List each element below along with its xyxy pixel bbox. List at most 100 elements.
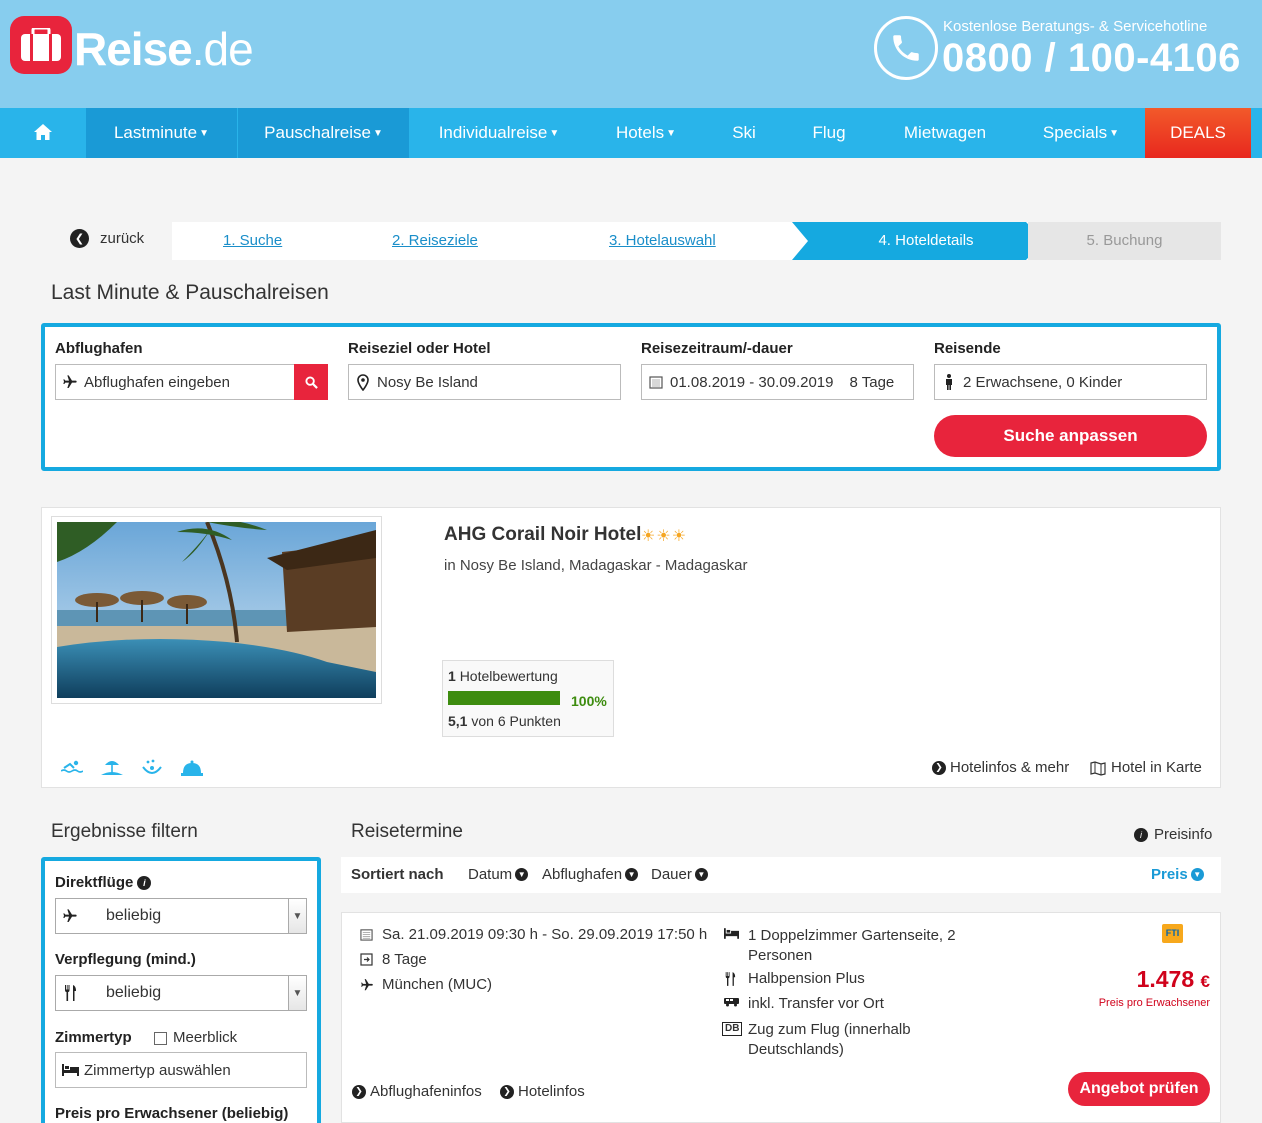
seaview-label[interactable]: Meerblick — [173, 1029, 237, 1046]
back-link[interactable]: ❮ zurück — [70, 229, 144, 248]
room-type-input[interactable]: Zimmertyp auswählen — [55, 1052, 307, 1088]
offer-room-line1: 1 Doppelzimmer Gartenseite, 2 — [748, 927, 956, 944]
plane-icon — [56, 908, 84, 924]
hotel-stars: ☀☀☀ — [641, 528, 688, 545]
price-info-link[interactable]: i Preisinfo — [1134, 826, 1212, 843]
offer-board: Halbpension Plus — [724, 970, 865, 987]
rating-score-line: 5,1 von 6 Punkten — [448, 713, 561, 729]
offer-duration-text: 8 Tage — [382, 951, 427, 968]
rating-bar — [448, 691, 560, 705]
airport-info-link[interactable]: ❯ Abflughafeninfos — [352, 1083, 482, 1100]
travelers-label: Reisende — [934, 340, 1001, 357]
price-filter-label: Preis pro Erwachsener (beliebig) — [55, 1105, 289, 1122]
caret-down-icon: ▼ — [666, 127, 677, 139]
step-hotelauswahl[interactable]: 3. Hotelauswahl — [609, 222, 716, 260]
offer-train: DB Zug zum Flug (innerhalb Deutschlands) — [722, 1020, 911, 1060]
offer-airport-text: München (MUC) — [382, 976, 493, 993]
sort-price[interactable]: Preis ▼ — [1151, 866, 1204, 883]
hotel-info-link[interactable]: ❯ Hotelinfos & mehr — [932, 759, 1069, 776]
direct-flights-select[interactable]: beliebig ▼ — [55, 898, 307, 934]
caret-down-icon: ▼ — [1109, 127, 1120, 139]
search-title: Last Minute & Pauschalreisen — [51, 281, 329, 304]
offer-train-line2: Deutschlands) — [748, 1041, 844, 1058]
nav-home[interactable] — [0, 108, 86, 158]
logo-suitcase-icon[interactable] — [10, 16, 72, 74]
nav-individualreise[interactable]: Individualreise ▼ — [409, 108, 589, 158]
chevron-down-icon: ▼ — [515, 868, 529, 881]
sort-duration-label: Dauer — [651, 866, 692, 883]
hotline-number[interactable]: 0800 / 100-4106 — [942, 36, 1241, 81]
filter-title: Ergebnisse filtern — [51, 821, 198, 842]
board-value: beliebig — [106, 984, 162, 1001]
nav-pauschalreise[interactable]: Pauschalreise ▼ — [238, 108, 409, 158]
phone-icon — [874, 16, 938, 80]
nav-label: Mietwagen — [903, 123, 987, 142]
sort-duration[interactable]: Dauer ▼ — [651, 866, 708, 883]
db-badge: DB — [722, 1022, 743, 1036]
cutlery-icon — [724, 972, 748, 986]
departure-input[interactable]: Abflughafen eingeben — [55, 364, 328, 400]
offer-room-line2: Personen — [748, 947, 813, 964]
nav-deals[interactable]: DEALS — [1145, 108, 1251, 158]
travelers-value: 2 Erwachsene, 0 Kinder — [963, 373, 1123, 391]
rating-count: 1 — [448, 668, 456, 684]
wellness-icon — [142, 759, 162, 782]
offer-board-text: Halbpension Plus — [748, 970, 865, 987]
person-icon — [935, 374, 963, 390]
nav-label: Ski — [732, 123, 756, 142]
offer-room: 1 Doppelzimmer Gartenseite, 2 Personen — [724, 926, 956, 966]
nav-flug[interactable]: Flug — [785, 108, 873, 158]
search-icon[interactable] — [294, 364, 328, 400]
search-submit-button[interactable]: Suche anpassen — [934, 415, 1207, 457]
nav-hotels[interactable]: Hotels ▼ — [589, 108, 703, 158]
seaview-checkbox[interactable] — [154, 1032, 167, 1045]
sort-label: Sortiert nach — [351, 866, 444, 883]
offer-duration: 8 Tage — [360, 951, 427, 968]
nav-label: Flug — [812, 123, 846, 142]
nav-specials[interactable]: Specials ▼ — [1017, 108, 1145, 158]
offer-transfer-text: inkl. Transfer vor Ort — [748, 995, 884, 1012]
period-label: Reisezeitraum/-dauer — [641, 340, 793, 357]
step-buchung: 5. Buchung — [1028, 222, 1221, 260]
info-icon[interactable]: i — [137, 875, 152, 890]
db-train-icon: DB — [722, 1022, 748, 1036]
period-input[interactable]: 01.08.2019 - 30.09.2019 8 Tage — [641, 364, 914, 400]
sort-date[interactable]: Datum ▼ — [468, 866, 529, 883]
offer-hotel-info-link[interactable]: ❯ Hotelinfos — [500, 1083, 585, 1100]
caret-down-icon: ▼ — [372, 127, 383, 139]
nav-label: DEALS — [1170, 123, 1226, 142]
hotel-location: in Nosy Be Island, Madagaskar - Madagask… — [444, 557, 748, 574]
hotel-map-label: Hotel in Karte — [1111, 759, 1202, 776]
hotline-label: Kostenlose Beratungs- & Servicehotline — [943, 18, 1208, 35]
price-info-label: Preisinfo — [1154, 826, 1213, 843]
swimming-icon — [60, 759, 84, 780]
plane-icon — [56, 374, 84, 390]
offer-price-value: 1.478 — [1136, 966, 1195, 992]
logo-wordmark[interactable]: Reise.de — [74, 22, 254, 76]
offer-price-sub: Preis pro Erwachsener — [1098, 997, 1210, 1009]
site-header: Reise.de Kostenlose Beratungs- & Service… — [0, 0, 1262, 108]
rating-count-line: 1 Hotelbewertung — [448, 668, 558, 684]
duration-value: 8 Tage — [849, 373, 895, 391]
board-select[interactable]: beliebig ▼ — [55, 975, 307, 1011]
nav-lastminute[interactable]: Lastminute ▼ — [86, 108, 237, 158]
rating-score: 5,1 — [448, 713, 468, 729]
offer-price: 1.478 € — [1080, 966, 1210, 993]
hotel-map-link[interactable]: Hotel in Karte — [1090, 759, 1202, 776]
step-suche[interactable]: 1. Suche — [223, 222, 282, 260]
travelers-input[interactable]: 2 Erwachsene, 0 Kinder — [934, 364, 1207, 400]
nav-mietwagen[interactable]: Mietwagen — [873, 108, 1017, 158]
period-value: 01.08.2019 - 30.09.2019 — [670, 373, 834, 391]
nav-ski[interactable]: Ski — [703, 108, 785, 158]
hotel-name[interactable]: AHG Corail Noir Hotel — [444, 524, 641, 546]
hotel-photo[interactable] — [51, 516, 382, 704]
departure-label: Abflughafen — [55, 340, 143, 357]
check-offer-button[interactable]: Angebot prüfen — [1068, 1072, 1210, 1106]
destination-input[interactable]: Nosy Be Island — [348, 364, 621, 400]
room-type-label: Zimmertyp — [55, 1029, 132, 1046]
direct-flights-label: Direktflüge i — [55, 874, 155, 891]
step-reiseziele[interactable]: 2. Reiseziele — [392, 222, 478, 260]
nav-label: Specials — [1042, 123, 1108, 142]
sort-airport[interactable]: Abflughafen ▼ — [542, 866, 639, 883]
beach-icon — [101, 759, 123, 782]
